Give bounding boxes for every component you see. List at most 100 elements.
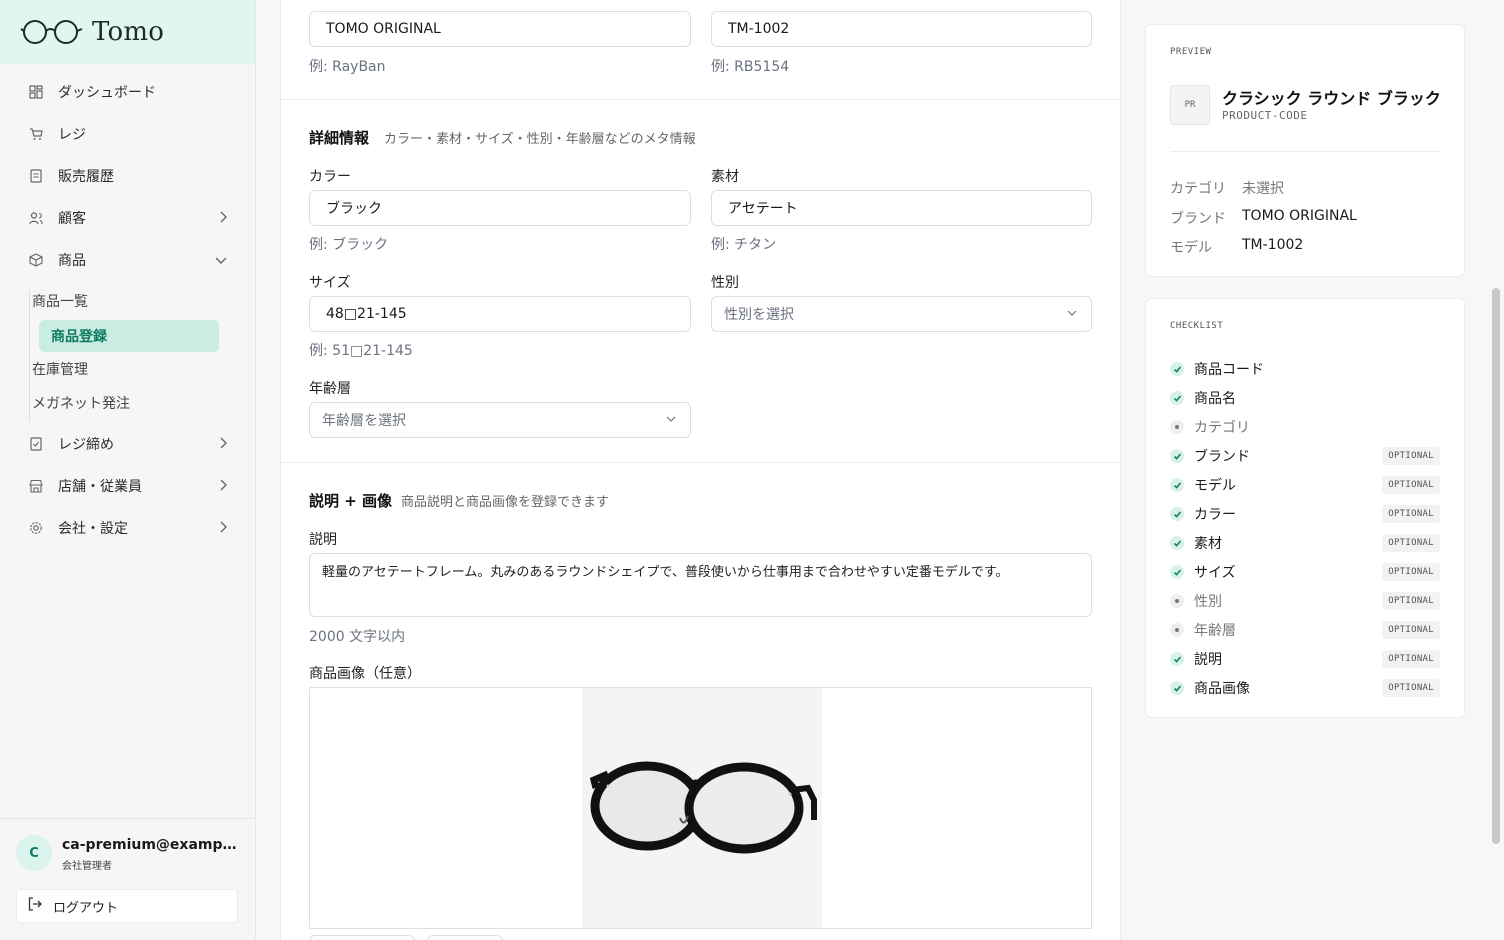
section-divider	[281, 462, 1120, 463]
nav-label: 店舗・従業員	[58, 479, 142, 495]
optional-badge: OPTIONAL	[1382, 592, 1440, 610]
preview-label: PREVIEW	[1170, 47, 1212, 57]
checklist-item: 素材 OPTIONAL	[1170, 533, 1440, 553]
preview-row-brand: ブランド TOMO ORIGINAL	[1170, 208, 1357, 228]
pending-dot-icon	[1170, 623, 1184, 637]
size-label: サイズ	[309, 275, 351, 291]
scrollbar[interactable]	[1492, 288, 1500, 844]
check-icon	[1170, 681, 1184, 695]
preview-key: モデル	[1170, 240, 1212, 256]
chevron-down-icon	[666, 413, 676, 426]
checklist-item: 性別 OPTIONAL	[1170, 591, 1440, 611]
checklist-item: 説明 OPTIONAL	[1170, 649, 1440, 669]
user-email: ca-premium@example.com	[62, 837, 237, 853]
preview-row-category: カテゴリ 未選択	[1170, 178, 1284, 198]
brand-input[interactable]: TOMO ORIGINAL	[309, 11, 691, 47]
checklist-item-label: カテゴリ	[1194, 420, 1250, 436]
material-hint: 例: チタン	[711, 237, 777, 253]
nav-label: 会社・設定	[58, 521, 128, 537]
nav-item-company-settings[interactable]: 会社・設定	[28, 512, 227, 544]
users-icon	[28, 210, 44, 226]
checklist-item-label: 説明	[1194, 652, 1222, 668]
description-section-title: 説明 + 画像	[309, 492, 393, 510]
nav-label: 販売履歴	[58, 169, 114, 185]
nav-label: ダッシュボード	[58, 85, 156, 101]
brand-hint: 例: RayBan	[309, 59, 386, 75]
gender-select[interactable]: 性別を選択	[711, 296, 1092, 332]
product-image	[582, 688, 822, 928]
check-icon	[1170, 652, 1184, 666]
nav-label: 商品	[58, 253, 86, 269]
nav-item-sales-history[interactable]: 販売履歴	[28, 160, 227, 192]
optional-badge: OPTIONAL	[1382, 563, 1440, 581]
gear-icon	[28, 520, 44, 536]
nav-item-customers[interactable]: 顧客	[28, 202, 227, 234]
image-label: 商品画像（任意）	[309, 666, 421, 682]
pending-dot-icon	[1170, 594, 1184, 608]
dashboard-icon	[28, 84, 44, 100]
chevron-down-icon	[1067, 307, 1077, 320]
description-label: 説明	[309, 532, 337, 548]
logout-button[interactable]: ログアウト	[16, 889, 238, 923]
details-section-title: 詳細情報	[309, 129, 370, 147]
store-icon	[28, 478, 44, 494]
optional-badge: OPTIONAL	[1382, 476, 1440, 494]
checklist-item: カテゴリ	[1170, 417, 1440, 437]
sub-item-meganet-order[interactable]: メガネット発注	[20, 387, 200, 419]
age-placeholder: 年齢層を選択	[322, 413, 406, 429]
preview-key: カテゴリ	[1170, 181, 1226, 197]
checklist-item: モデル OPTIONAL	[1170, 475, 1440, 495]
check-icon	[1170, 565, 1184, 579]
preview-value: TOMO ORIGINAL	[1242, 208, 1357, 224]
glasses-product-image	[589, 761, 817, 854]
user-role: 会社管理者	[62, 861, 112, 872]
optional-badge: OPTIONAL	[1382, 534, 1440, 552]
checklist-item-label: ブランド	[1194, 449, 1250, 465]
checklist-item-label: カラー	[1194, 507, 1236, 523]
logout-label: ログアウト	[53, 900, 119, 916]
upload-button[interactable]	[309, 935, 415, 940]
checklist-item-label: 商品コード	[1194, 362, 1264, 378]
preview-key: ブランド	[1170, 211, 1226, 227]
remove-image-button[interactable]	[427, 935, 503, 940]
color-hint: 例: ブラック	[309, 237, 389, 253]
preview-divider	[1170, 151, 1440, 152]
check-icon	[1170, 536, 1184, 550]
age-select[interactable]: 年齢層を選択	[309, 402, 691, 438]
chevron-right-icon	[219, 521, 227, 536]
nav-item-stores-staff[interactable]: 店舗・従業員	[28, 470, 227, 502]
checklist-item-label: 商品名	[1194, 391, 1236, 407]
nav-item-dashboard[interactable]: ダッシュボード	[28, 76, 227, 108]
checklist-item: 商品名	[1170, 388, 1440, 408]
description-textarea[interactable]: 軽量のアセテートフレーム。丸みのあるラウンドシェイプで、普段使いから仕事用まで合…	[309, 553, 1092, 617]
chevron-down-icon	[215, 253, 227, 267]
section-divider	[281, 99, 1120, 100]
checklist-item-label: モデル	[1194, 478, 1236, 494]
sub-item-product-register[interactable]: 商品登録	[39, 320, 219, 352]
model-input[interactable]: TM-1002	[711, 11, 1092, 47]
check-icon	[1170, 507, 1184, 521]
sub-item-inventory[interactable]: 在庫管理	[20, 353, 200, 385]
sidebar: Tomo ダッシュボード レジ 販売履歴 顧客 商品 レジ締め 店舗・従業員 会…	[0, 0, 256, 940]
color-label: カラー	[309, 169, 351, 185]
logo[interactable]: Tomo	[0, 0, 255, 64]
color-input[interactable]: ブラック	[309, 190, 691, 226]
checklist-item: ブランド OPTIONAL	[1170, 446, 1440, 466]
product-thumbnail: PR	[1170, 85, 1210, 125]
nav-item-register[interactable]: レジ	[28, 118, 227, 150]
nav-item-register-close[interactable]: レジ締め	[28, 428, 227, 460]
checklist-item: 商品コード	[1170, 359, 1440, 379]
description-hint: 2000 文字以内	[309, 629, 406, 645]
size-hint: 例: 51□21-145	[309, 343, 413, 359]
chevron-right-icon	[219, 211, 227, 226]
material-input[interactable]: アセテート	[711, 190, 1092, 226]
checklist-item-label: 素材	[1194, 536, 1222, 552]
size-input[interactable]: 48□21-145	[309, 296, 691, 332]
product-image-area[interactable]	[309, 687, 1092, 929]
optional-badge: OPTIONAL	[1382, 621, 1440, 639]
preview-value: 未選択	[1242, 181, 1284, 197]
optional-badge: OPTIONAL	[1382, 679, 1440, 697]
nav-item-products[interactable]: 商品	[28, 244, 227, 276]
chevron-right-icon	[219, 437, 227, 452]
sub-item-product-list[interactable]: 商品一覧	[20, 285, 200, 317]
